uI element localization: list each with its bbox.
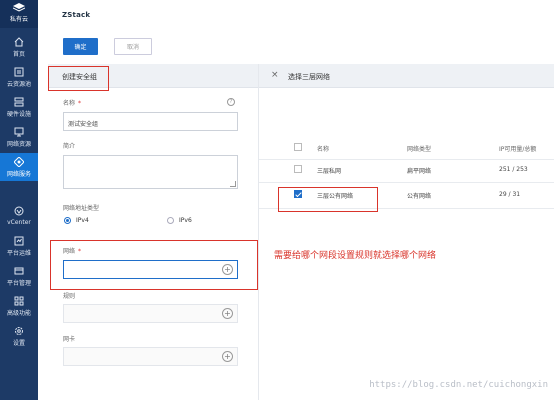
select-network-panel: × 选择三层网络 名称 网络类型 IP可用量/总额 三层私网 扁平网络 251 … bbox=[258, 64, 554, 400]
sidebar-item-label: 网络资源 bbox=[6, 141, 31, 148]
settings-icon bbox=[15, 327, 23, 335]
sidebar-item-label: 设置 bbox=[12, 340, 25, 347]
column-header-type: 网络类型 bbox=[407, 146, 432, 153]
sidebar-item-label: 云资源池 bbox=[6, 81, 31, 88]
sidebar-item-label: 硬件设施 bbox=[6, 111, 31, 118]
row-checkbox[interactable] bbox=[294, 165, 302, 173]
name-label: 名称 * bbox=[63, 98, 81, 107]
sidebar-item-vcenter[interactable]: vCenter bbox=[0, 202, 38, 230]
divider bbox=[259, 182, 554, 183]
annotation-text: 需要给哪个网段设置规则就选择哪个网络 bbox=[274, 251, 437, 261]
ipv4-label: IPv4 bbox=[76, 217, 89, 224]
column-header-name: 名称 bbox=[317, 146, 330, 153]
watermark: https://blog.csdn.net/cuichongxin bbox=[369, 380, 548, 390]
rule-input: + bbox=[63, 304, 238, 323]
table-cell-type: 扁平网络 bbox=[407, 168, 432, 175]
add-rule-plus-icon: + bbox=[222, 308, 233, 319]
column-header-ip: IP可用量/总额 bbox=[499, 146, 537, 153]
sidebar-item-label: vCenter bbox=[7, 219, 31, 226]
table-cell-type: 公有网络 bbox=[407, 193, 432, 200]
ipv6-radio[interactable] bbox=[167, 217, 174, 224]
divider bbox=[259, 159, 554, 160]
sidebar-item-platform-manage[interactable]: 平台管理 bbox=[0, 262, 38, 290]
close-icon[interactable]: × bbox=[271, 70, 279, 80]
table-cell-ip: 29 / 31 bbox=[499, 191, 521, 198]
cancel-button[interactable]: 取消 bbox=[114, 38, 152, 55]
select-network-header: × 选择三层网络 bbox=[259, 64, 554, 88]
platform-manage-icon bbox=[14, 267, 24, 275]
sidebar-item-label: 平台运维 bbox=[6, 250, 31, 257]
sidebar-item-network-service[interactable]: 网络服务 bbox=[0, 153, 38, 181]
sidebar-item-advanced[interactable]: 高级功能 bbox=[0, 292, 38, 320]
name-label-text: 名称 bbox=[63, 100, 76, 107]
highlight-box-title bbox=[48, 66, 109, 91]
vcenter-icon bbox=[14, 206, 24, 216]
sidebar-item-cloud-pool[interactable]: 云资源池 bbox=[0, 63, 38, 91]
resize-handle-icon[interactable] bbox=[230, 181, 236, 187]
select-all-checkbox[interactable] bbox=[294, 143, 302, 151]
desc-textarea[interactable] bbox=[63, 155, 238, 189]
sidebar-header[interactable]: 私有云 bbox=[0, 0, 38, 28]
select-network-title: 选择三层网络 bbox=[288, 73, 330, 81]
name-input[interactable]: 测试安全组 bbox=[63, 112, 238, 131]
sidebar-item-network-resource[interactable]: 网络资源 bbox=[0, 123, 38, 151]
highlight-box-network-field bbox=[50, 240, 258, 290]
brand-logo: ZStack bbox=[62, 11, 91, 19]
desc-label: 简介 bbox=[63, 143, 76, 150]
help-icon[interactable]: ? bbox=[227, 98, 235, 106]
ok-button[interactable]: 确定 bbox=[63, 38, 98, 55]
table-cell-ip: 251 / 253 bbox=[499, 166, 528, 173]
rule-label: 规则 bbox=[63, 293, 76, 300]
nic-label: 网卡 bbox=[63, 336, 76, 343]
cloud-pool-icon bbox=[14, 67, 24, 77]
home-icon bbox=[14, 37, 24, 47]
hardware-icon bbox=[14, 97, 24, 107]
ipv6-label: IPv6 bbox=[179, 217, 192, 224]
table-cell-name[interactable]: 三层私网 bbox=[317, 166, 341, 175]
sidebar-item-ops[interactable]: 平台运维 bbox=[0, 232, 38, 260]
sidebar-item-home[interactable]: 首页 bbox=[0, 33, 38, 61]
ops-icon bbox=[14, 236, 24, 246]
sidebar-header-label: 私有云 bbox=[9, 16, 28, 23]
nic-input: + bbox=[63, 347, 238, 366]
network-resource-icon bbox=[14, 127, 24, 137]
sidebar-item-label: 网络服务 bbox=[6, 171, 31, 178]
required-mark: * bbox=[78, 100, 82, 107]
ipv4-radio[interactable] bbox=[64, 217, 71, 224]
sidebar-item-label: 高级功能 bbox=[6, 310, 31, 317]
sidebar: 私有云 首页 云资源池 硬件设施 网络资源 网络服务 vCenter 平台运维 … bbox=[0, 0, 38, 400]
highlight-box-selected-row bbox=[278, 187, 378, 212]
sidebar-item-label: 首页 bbox=[12, 51, 25, 58]
add-nic-plus-icon: + bbox=[222, 351, 233, 362]
sidebar-item-settings[interactable]: 设置 bbox=[0, 322, 38, 350]
sidebar-item-label: 平台管理 bbox=[6, 280, 31, 287]
network-service-icon bbox=[14, 157, 24, 167]
sidebar-item-hardware[interactable]: 硬件设施 bbox=[0, 93, 38, 121]
ip-type-label: 网络地址类型 bbox=[63, 205, 100, 212]
advanced-icon bbox=[14, 296, 24, 306]
stack-logo-icon bbox=[13, 3, 25, 12]
